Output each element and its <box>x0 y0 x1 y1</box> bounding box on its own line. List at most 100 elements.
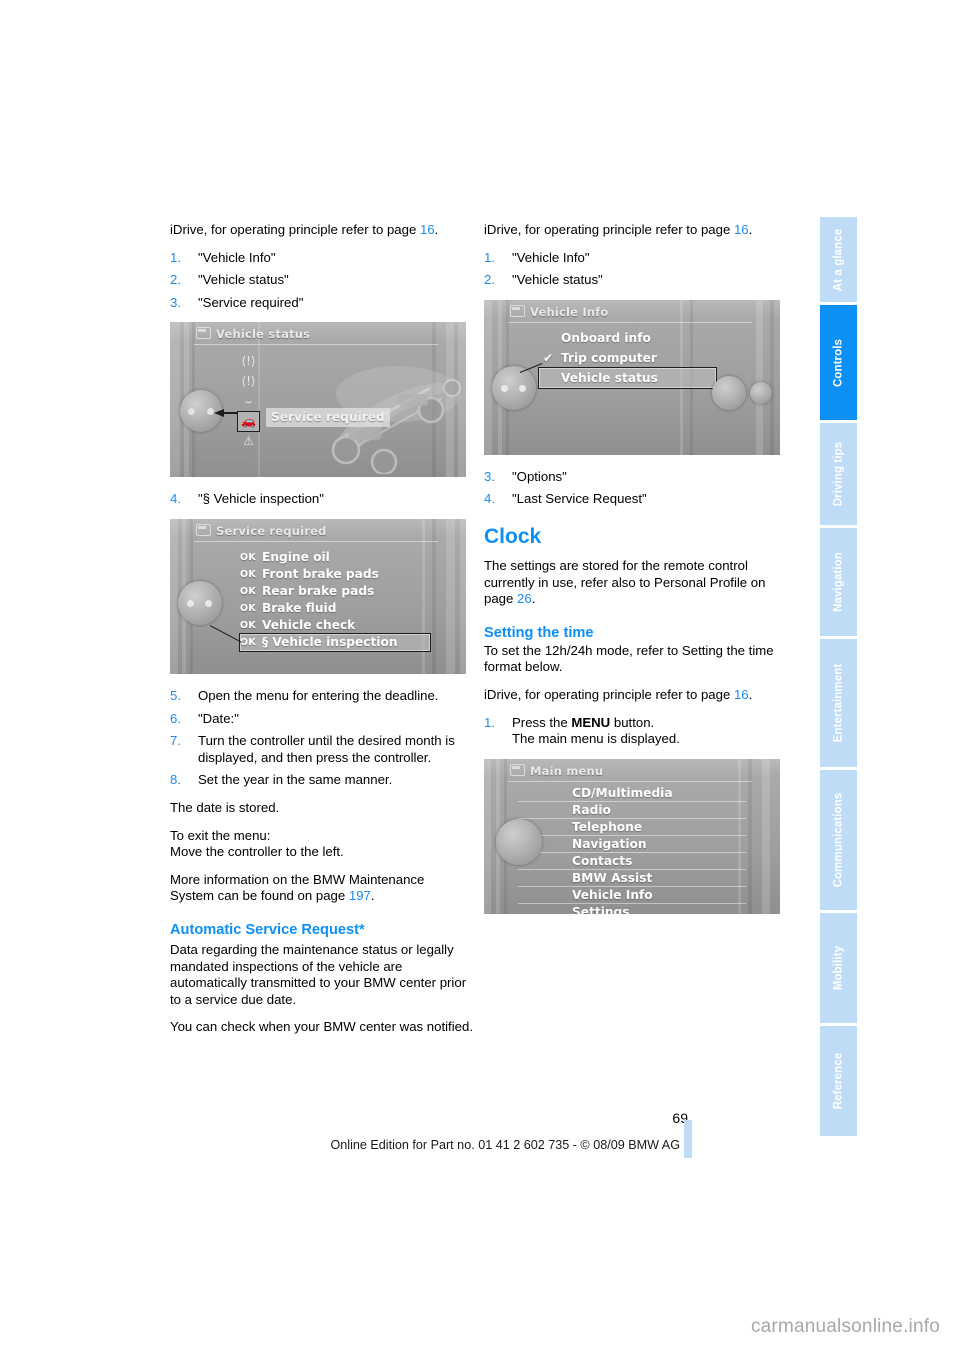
item-label: Front brake pads <box>262 566 379 581</box>
step-text: "Vehicle Info" <box>198 249 276 265</box>
heading-setting-the-time: Setting the time <box>484 624 594 641</box>
section-tab-rail: At a glance Controls Driving tips Naviga… <box>820 217 857 1157</box>
controller-knob-icon <box>492 365 536 410</box>
ok-badge: OK <box>240 619 257 631</box>
figure-service-required-screen: Service required OK Engine oil OK Front br… <box>170 518 466 674</box>
idrive-ref-text: iDrive, for operating principle refer to… <box>484 686 734 702</box>
step-text: "Vehicle status" <box>512 272 603 288</box>
figure-title: Vehicle Info <box>510 304 774 320</box>
list-item-settings[interactable]: Settings <box>518 904 746 914</box>
page-reference-26[interactable]: 26 <box>517 591 532 606</box>
steps-list-vehicle-info: 1. "Vehicle Info" 2. "Vehicle status" <box>484 250 791 289</box>
list-item: 8. Set the year in the same manner. <box>170 772 477 789</box>
list-item-selected[interactable]: Vehicle status <box>538 366 717 389</box>
item-label: Trip computer <box>561 350 657 365</box>
exit-menu-line2: Move the controller to the left. <box>170 844 344 860</box>
divider <box>508 780 752 782</box>
step-number: 6. <box>170 710 181 726</box>
step-text: "§ Vehicle inspection" <box>198 491 324 507</box>
figure-vehicle-info-screen: Vehicle Info Onboard info ✔ Trip computer… <box>484 299 780 455</box>
list-item[interactable]: OK Brake fluid <box>240 600 430 617</box>
heading-clock: Clock <box>484 524 542 548</box>
service-required-icon[interactable]: 🚗 <box>237 411 260 433</box>
figure-title: Main menu <box>510 763 774 779</box>
step-text: "Date:" <box>198 710 239 726</box>
list-item: 4. "Last Service Request" <box>484 491 791 508</box>
status-glyph-column: ⟨!⟩ ⟨!⟩ ⌣ 🚗 ⚠ <box>237 352 260 452</box>
figure-title-text: Main menu <box>530 763 604 778</box>
list-item-telephone[interactable]: Telephone <box>518 819 746 836</box>
page-reference-197[interactable]: 197 <box>349 888 371 903</box>
steps-list-options: 3. "Options" 4. "Last Service Request" <box>484 469 791 508</box>
sidebar-tab-entertainment[interactable]: Entertainment <box>820 639 857 767</box>
list-item-radio[interactable]: Radio <box>518 802 746 819</box>
step-number: 7. <box>170 733 181 749</box>
left-text-column: iDrive, for operating principle refer to… <box>170 222 477 1047</box>
sidebar-tab-label: At a glance <box>831 228 844 291</box>
list-item-bmw-assist[interactable]: BMW Assist <box>518 870 746 887</box>
footer-accent-mark <box>684 1120 692 1158</box>
list-item[interactable]: OK Vehicle check <box>240 617 430 634</box>
page-reference-16[interactable]: 16 <box>734 687 749 702</box>
sidebar-tab-communications[interactable]: Communications <box>820 770 857 910</box>
period: . <box>531 591 536 607</box>
step-text: "Service required" <box>198 294 304 310</box>
secondary-knob-icon <box>712 375 746 410</box>
sidebar-tab-at-a-glance[interactable]: At a glance <box>820 217 857 302</box>
list-item: 1. "Vehicle Info" <box>484 250 791 267</box>
date-stored-paragraph: The date is stored. <box>170 799 280 815</box>
step-number: 3. <box>484 468 495 484</box>
figure-title: Service required <box>196 523 460 539</box>
menu-button-label: MENU <box>571 714 611 730</box>
sidebar-tab-navigation[interactable]: Navigation <box>820 528 857 636</box>
step-number: 4. <box>484 491 495 507</box>
list-item-cd-multimedia[interactable]: CD/Multimedia <box>518 785 746 802</box>
step-text-line2: The main menu is displayed. <box>512 731 680 747</box>
page-reference-16[interactable]: 16 <box>734 222 749 237</box>
list-item[interactable]: OK Engine oil <box>240 549 430 566</box>
period: . <box>748 686 753 702</box>
figure-title-text: Vehicle status <box>216 327 311 342</box>
list-item[interactable]: Onboard info <box>539 328 699 348</box>
item-label: Contacts <box>572 853 633 868</box>
page-reference-16[interactable]: 16 <box>420 222 435 237</box>
item-label: Onboard info <box>561 330 651 345</box>
item-label: Radio <box>572 802 611 817</box>
idrive-intro-paragraph: iDrive, for operating principle refer to… <box>170 222 477 239</box>
exit-menu-paragraph: To exit the menu: Move the controller to … <box>170 828 477 861</box>
item-label: § Vehicle inspection <box>262 634 398 649</box>
sidebar-tab-mobility[interactable]: Mobility <box>820 913 857 1023</box>
idrive-intro-text: iDrive, for operating principle refer to… <box>484 222 734 237</box>
item-label: Brake fluid <box>262 600 337 615</box>
list-item: 4. "§ Vehicle inspection" <box>170 491 477 508</box>
tire-pressure-icon: ⟨!⟩ <box>241 354 256 369</box>
idrive-ref-paragraph: iDrive, for operating principle refer to… <box>484 687 791 704</box>
step-text: "Last Service Request" <box>512 491 647 507</box>
list-item[interactable]: OK Rear brake pads <box>240 583 430 600</box>
list-item-vehicle-info[interactable]: Vehicle Info <box>518 887 746 904</box>
list-item-selected[interactable]: OK § Vehicle inspection <box>239 632 431 652</box>
footer-edition-line: Online Edition for Part no. 01 41 2 602 … <box>330 1138 680 1152</box>
ok-badge: OK <box>240 568 257 580</box>
ok-badge: OK <box>240 585 257 597</box>
list-item-navigation[interactable]: Navigation <box>518 836 746 853</box>
step-number: 8. <box>170 772 181 788</box>
sidebar-tab-driving-tips[interactable]: Driving tips <box>820 423 857 525</box>
period: . <box>434 222 439 237</box>
item-label: Rear brake pads <box>262 583 375 598</box>
list-item: 2. "Vehicle status" <box>484 272 791 289</box>
ok-badge: OK <box>240 551 257 563</box>
figure-title: Vehicle status <box>196 326 460 342</box>
clock-paragraph: The settings are stored for the remote c… <box>484 558 791 608</box>
list-item-contacts[interactable]: Contacts <box>518 853 746 870</box>
list-item[interactable]: ✔ Trip computer <box>539 348 699 368</box>
step-text: Open the menu for entering the deadline. <box>198 687 439 703</box>
sidebar-tab-controls[interactable]: Controls <box>820 305 857 420</box>
step-number: 3. <box>170 294 181 310</box>
idrive-intro-paragraph: iDrive, for operating principle refer to… <box>484 222 791 239</box>
step-number: 1. <box>484 714 495 730</box>
sidebar-tab-reference[interactable]: Reference <box>820 1026 857 1136</box>
list-item[interactable]: OK Front brake pads <box>240 566 430 583</box>
step-number: 2. <box>484 272 495 288</box>
list-item: 3. "Options" <box>484 469 791 486</box>
